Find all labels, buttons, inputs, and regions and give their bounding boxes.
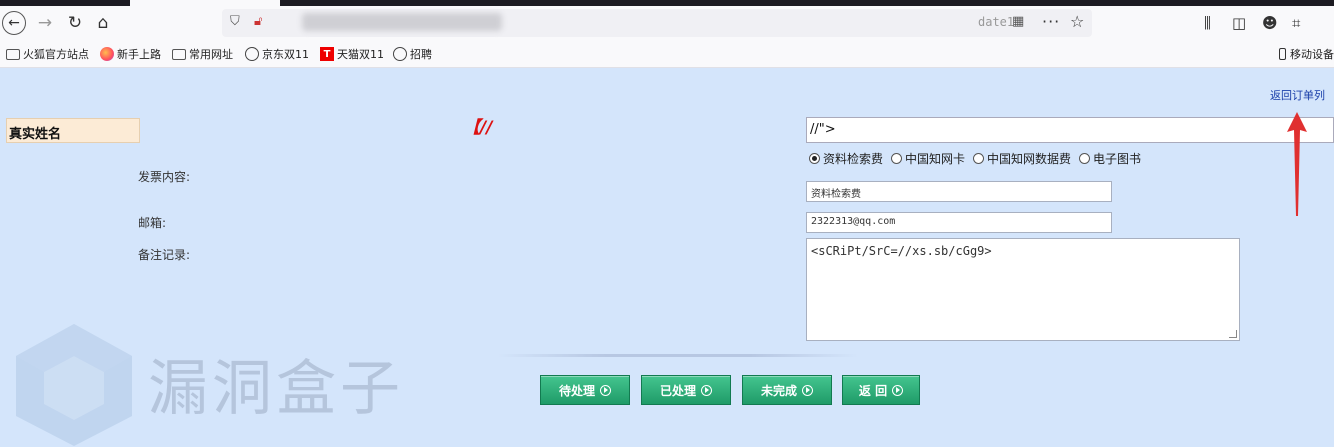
divider xyxy=(498,354,858,357)
button-label: 待处理 xyxy=(558,383,595,398)
remark-textarea[interactable]: <sCRiPt/SrC=//xs.sb/cGg9> xyxy=(806,238,1240,341)
pending-button[interactable]: 待处理 xyxy=(540,375,630,405)
sidebar-icon[interactable]: ◫ xyxy=(1232,14,1246,32)
bookmarks-bar: 火狐官方站点 新手上路 常用网址 京东双11 T 天猫双11 招聘 移动设备 xyxy=(0,40,1334,68)
radio-cnki-card[interactable]: 中国知网卡 xyxy=(891,150,965,167)
back-icon[interactable]: ← xyxy=(2,11,26,35)
bookmark-tmall[interactable]: T 天猫双11 xyxy=(320,46,384,62)
radio-retrieval-fee[interactable]: 资料检索费 xyxy=(809,150,883,167)
radio-label: 中国知网卡 xyxy=(905,152,966,166)
radio-label: 资料检索费 xyxy=(823,152,884,166)
url-visible-end: date1 xyxy=(978,15,1015,29)
real-name-label: 真实姓名 xyxy=(6,118,140,143)
radio-cnki-data-fee[interactable]: 中国知网数据费 xyxy=(973,150,1071,167)
shield-icon[interactable]: ⛉ xyxy=(230,14,246,30)
qr-code-icon[interactable]: ▦ xyxy=(1012,14,1024,29)
invoice-content-label: 发票内容: xyxy=(138,170,191,184)
arrow-right-icon xyxy=(600,384,611,396)
account-icon[interactable]: ☻ xyxy=(1262,14,1278,32)
radio-label: 电子图书 xyxy=(1093,152,1142,166)
bookmark-label: 京东双11 xyxy=(262,48,309,61)
radio-checked-icon[interactable] xyxy=(809,153,820,164)
watermark-cube-icon xyxy=(16,324,132,446)
name-value-field[interactable]: //"> xyxy=(806,117,1334,143)
bookmark-label: 天猫双11 xyxy=(337,48,384,61)
bookmark-common-sites[interactable]: 常用网址 xyxy=(172,46,233,62)
browser-toolbar: ← → ↻ ⌂ ⛉ 🔓︎ date1 ▦ ··· ☆ ⫼ ◫ ☻ ⌗ xyxy=(0,6,1334,40)
remark-label: 备注记录: xyxy=(138,248,191,262)
firefox-icon xyxy=(100,47,114,61)
return-order-list-link[interactable]: 返回订单列 xyxy=(1270,87,1325,103)
bookmark-jd[interactable]: 京东双11 xyxy=(245,46,309,62)
radio-unchecked-icon[interactable] xyxy=(1079,153,1091,164)
processed-button[interactable]: 已处理 xyxy=(641,375,731,405)
redacted-url xyxy=(302,13,502,31)
remark-text: <sCRiPt/SrC=//xs.sb/cGg9> xyxy=(811,244,992,258)
bookmark-label: 火狐官方站点 xyxy=(23,48,89,61)
mobile-bookmarks-label: 移动设备 xyxy=(1290,48,1334,61)
bookmark-jobs[interactable]: 招聘 xyxy=(393,46,432,62)
forward-icon[interactable]: → xyxy=(32,10,58,36)
button-label: 返 回 xyxy=(858,383,888,398)
bookmark-star-icon[interactable]: ☆ xyxy=(1070,12,1084,31)
email-field[interactable]: 2322313@qq.com xyxy=(806,212,1112,233)
arrow-right-icon xyxy=(892,384,904,396)
button-label: 已处理 xyxy=(659,383,696,398)
globe-icon xyxy=(245,47,259,61)
folder-icon xyxy=(172,48,186,60)
arrow-right-icon xyxy=(802,384,813,396)
tmall-icon: T xyxy=(320,47,334,61)
arrow-right-icon xyxy=(701,384,712,396)
url-bar[interactable]: ⛉ 🔓︎ date1 ▦ ··· ☆ xyxy=(222,9,1092,37)
reload-icon[interactable]: ↻ xyxy=(62,10,88,36)
bookmark-label: 新手上路 xyxy=(117,48,161,61)
bookmark-label: 招聘 xyxy=(410,48,432,61)
injected-marker: 【// xyxy=(463,118,493,138)
radio-label: 中国知网数据费 xyxy=(987,152,1072,166)
watermark-text: 漏洞盒子 xyxy=(148,354,404,424)
invoice-content-field[interactable]: 资料检索费 xyxy=(806,181,1112,202)
mobile-bookmarks[interactable]: 移动设备 xyxy=(1279,46,1334,62)
home-icon[interactable]: ⌂ xyxy=(90,10,116,36)
insecure-lock-icon[interactable]: 🔓︎ xyxy=(254,14,270,30)
back-button[interactable]: 返 回 xyxy=(842,375,920,405)
more-icon[interactable]: ··· xyxy=(1042,12,1060,31)
phone-icon xyxy=(1279,48,1286,60)
bookmark-firefox-site[interactable]: 火狐官方站点 xyxy=(6,46,89,62)
folder-icon xyxy=(6,48,20,60)
incomplete-button[interactable]: 未完成 xyxy=(742,375,832,405)
email-label: 邮箱: xyxy=(138,216,167,230)
bookmark-getting-started[interactable]: 新手上路 xyxy=(100,46,161,62)
bookmark-label: 常用网址 xyxy=(189,48,233,61)
radio-unchecked-icon[interactable] xyxy=(891,153,903,164)
radio-unchecked-icon[interactable] xyxy=(973,153,985,164)
crop-icon[interactable]: ⌗ xyxy=(1292,14,1300,32)
annotation-arrow-icon xyxy=(1287,112,1307,216)
globe-icon xyxy=(393,47,407,61)
resize-handle-icon[interactable] xyxy=(1229,330,1237,338)
library-icon[interactable]: ⫼ xyxy=(1204,14,1211,32)
radio-ebook[interactable]: 电子图书 xyxy=(1079,150,1141,167)
button-label: 未完成 xyxy=(760,383,797,398)
invoice-type-radios: 资料检索费 中国知网卡 中国知网数据费 电子图书 xyxy=(809,150,1141,167)
